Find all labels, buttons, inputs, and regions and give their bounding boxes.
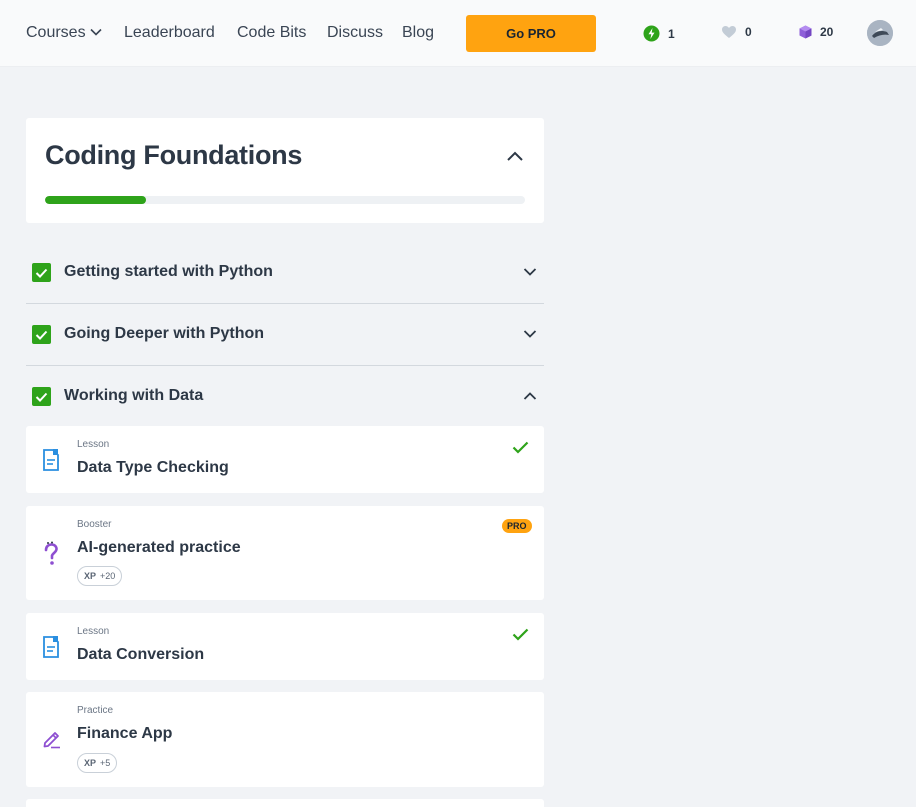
xp-reward-pill: XP +5	[77, 753, 118, 773]
hearts-count: 0	[745, 25, 752, 39]
pro-badge: PRO	[502, 519, 532, 533]
nav-leaderboard[interactable]: Leaderboard	[124, 24, 215, 42]
chevron-up-icon[interactable]	[504, 148, 526, 166]
nav-blog[interactable]: Blog	[402, 24, 434, 42]
gems-stat[interactable]: 20	[799, 25, 833, 39]
course-title: Coding Foundations	[45, 140, 303, 170]
checkbox-checked-icon	[32, 387, 51, 406]
lesson-type-label: Booster	[77, 519, 112, 530]
chevron-down-icon[interactable]	[523, 267, 537, 277]
module-row[interactable]: Going Deeper with Python	[26, 304, 544, 366]
lesson-card[interactable]: Lesson Data Type Checking	[26, 426, 544, 493]
lesson-type-label: Practice	[77, 705, 114, 716]
lesson-title: AI-generated practice	[77, 539, 241, 556]
course-header-card: Coding Foundations	[26, 118, 544, 223]
module-label: Going Deeper with Python	[64, 325, 265, 342]
checkbox-checked-icon	[32, 325, 51, 344]
checkmark-icon	[512, 441, 529, 454]
lesson-card[interactable]	[26, 799, 544, 807]
go-pro-button[interactable]: Go PRO	[466, 15, 596, 52]
document-icon	[43, 636, 59, 658]
module-label: Getting started with Python	[64, 263, 273, 280]
nav-courses[interactable]: Courses	[26, 24, 86, 42]
lesson-card[interactable]: Practice Finance App XP +5	[26, 692, 544, 787]
gem-icon	[799, 25, 812, 39]
user-avatar[interactable]	[867, 20, 893, 46]
lightning-icon	[643, 25, 660, 42]
heart-icon	[722, 26, 736, 38]
streak-stat[interactable]: 1	[643, 25, 675, 42]
nav-discuss[interactable]: Discuss	[327, 24, 383, 42]
streak-count: 1	[668, 26, 675, 41]
course-progress-fill	[45, 196, 146, 204]
module-row[interactable]: Working with Data	[26, 366, 544, 428]
xp-reward-pill: XP +20	[77, 566, 123, 586]
checkbox-checked-icon	[32, 263, 51, 282]
gems-count: 20	[820, 25, 834, 39]
nav-code-bits[interactable]: Code Bits	[237, 24, 306, 42]
module-label: Working with Data	[64, 387, 204, 404]
chevron-up-icon[interactable]	[523, 391, 537, 401]
xp-label: XP	[84, 571, 97, 581]
lesson-type-label: Lesson	[77, 626, 110, 637]
lesson-type-label: Lesson	[77, 439, 110, 450]
module-row[interactable]: Getting started with Python	[26, 242, 544, 304]
xp-label: XP	[84, 758, 97, 768]
lesson-card[interactable]: Lesson Data Conversion	[26, 613, 544, 680]
chevron-down-icon[interactable]	[523, 329, 537, 339]
question-mark-icon	[44, 541, 58, 565]
checkmark-icon	[512, 628, 529, 641]
xp-value: +5	[100, 758, 111, 768]
course-progress-bar	[45, 196, 525, 204]
lesson-title: Data Type Checking	[77, 459, 229, 476]
document-icon	[43, 449, 59, 471]
pencil-icon	[43, 732, 60, 749]
lesson-card[interactable]: Booster AI-generated practice PRO XP +20	[26, 506, 544, 600]
hearts-stat[interactable]: 0	[721, 25, 752, 39]
lesson-title: Finance App	[77, 725, 173, 742]
chevron-down-icon[interactable]	[90, 28, 102, 36]
lesson-title: Data Conversion	[77, 646, 205, 663]
avatar-image	[867, 20, 893, 46]
xp-value: +20	[100, 571, 116, 581]
top-navigation-bar: Courses Leaderboard Code Bits Discuss Bl…	[0, 0, 916, 67]
